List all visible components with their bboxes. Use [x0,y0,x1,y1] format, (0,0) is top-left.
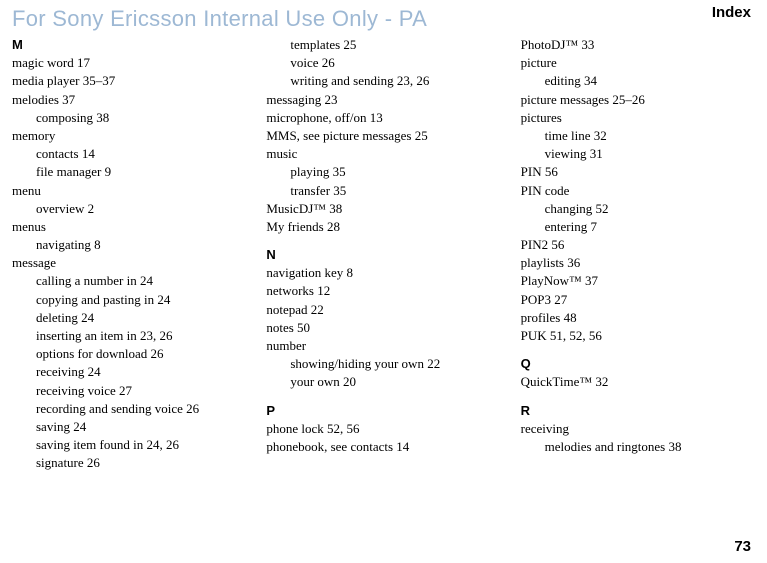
index-entry: menus [12,218,242,236]
index-subentry: your own 20 [290,373,496,391]
index-entry: MusicDJ™ 38 [266,200,496,218]
index-subentry: time line 32 [545,127,751,145]
index-entry: playlists 36 [521,254,751,272]
index-subentry: navigating 8 [36,236,242,254]
index-subentry: inserting an item in 23, 26 [36,327,242,345]
index-entry: messaging 23 [266,91,496,109]
index-subentry: overview 2 [36,200,242,218]
index-entry: PIN code [521,182,751,200]
index-subentry: writing and sending 23, 26 [290,72,496,90]
index-subentry: voice 26 [290,54,496,72]
index-entry: networks 12 [266,282,496,300]
index-subentry: editing 34 [545,72,751,90]
index-entry: profiles 48 [521,309,751,327]
page-number: 73 [734,538,751,555]
index-subentry: copying and pasting in 24 [36,291,242,309]
index-entry: MMS, see picture messages 25 [266,127,496,145]
index-subentry: showing/hiding your own 22 [290,355,496,373]
index-entry: notes 50 [266,319,496,337]
index-entry: media player 35–37 [12,72,242,90]
index-entry: phonebook, see contacts 14 [266,438,496,456]
index-subentry: calling a number in 24 [36,272,242,290]
index-column-2: templates 25 voice 26 writing and sendin… [266,36,496,473]
section-letter-q: Q [521,355,751,373]
index-subentry: signature 26 [36,454,242,472]
index-subentry: saving 24 [36,418,242,436]
watermark-text: For Sony Ericsson Internal Use Only - PA [12,6,427,32]
index-columns: M magic word 17 media player 35–37 melod… [12,36,751,473]
index-entry: notepad 22 [266,301,496,319]
index-column-3: PhotoDJ™ 33 picture editing 34 picture m… [521,36,751,473]
index-subentry: recording and sending voice 26 [36,400,242,418]
index-subentry: contacts 14 [36,145,242,163]
index-subentry: receiving voice 27 [36,382,242,400]
index-subentry: saving item found in 24, 26 [36,436,242,454]
index-subentry: templates 25 [290,36,496,54]
index-subentry: melodies and ringtones 38 [545,438,751,456]
index-entry: picture [521,54,751,72]
index-entry: My friends 28 [266,218,496,236]
index-entry: QuickTime™ 32 [521,373,751,391]
index-entry: phone lock 52, 56 [266,420,496,438]
index-entry: menu [12,182,242,200]
section-letter-m: M [12,36,242,54]
index-entry: navigation key 8 [266,264,496,282]
section-letter-p: P [266,402,496,420]
index-entry: POP3 27 [521,291,751,309]
index-entry: PlayNow™ 37 [521,272,751,290]
index-entry: number [266,337,496,355]
index-subentry: deleting 24 [36,309,242,327]
section-letter-n: N [266,246,496,264]
index-subentry: transfer 35 [290,182,496,200]
section-letter-r: R [521,402,751,420]
index-entry: PUK 51, 52, 56 [521,327,751,345]
index-entry: message [12,254,242,272]
index-subentry: composing 38 [36,109,242,127]
index-entry: PIN2 56 [521,236,751,254]
index-entry: memory [12,127,242,145]
index-subentry: viewing 31 [545,145,751,163]
index-subentry: changing 52 [545,200,751,218]
index-entry: PhotoDJ™ 33 [521,36,751,54]
page-title: Index [712,4,751,21]
index-column-1: M magic word 17 media player 35–37 melod… [12,36,242,473]
index-entry: PIN 56 [521,163,751,181]
index-entry: melodies 37 [12,91,242,109]
index-subentry: entering 7 [545,218,751,236]
index-subentry: receiving 24 [36,363,242,381]
index-subentry: options for download 26 [36,345,242,363]
index-entry: magic word 17 [12,54,242,72]
index-entry: pictures [521,109,751,127]
index-subentry: file manager 9 [36,163,242,181]
index-entry: microphone, off/on 13 [266,109,496,127]
index-entry: music [266,145,496,163]
index-entry: receiving [521,420,751,438]
index-entry: picture messages 25–26 [521,91,751,109]
index-subentry: playing 35 [290,163,496,181]
